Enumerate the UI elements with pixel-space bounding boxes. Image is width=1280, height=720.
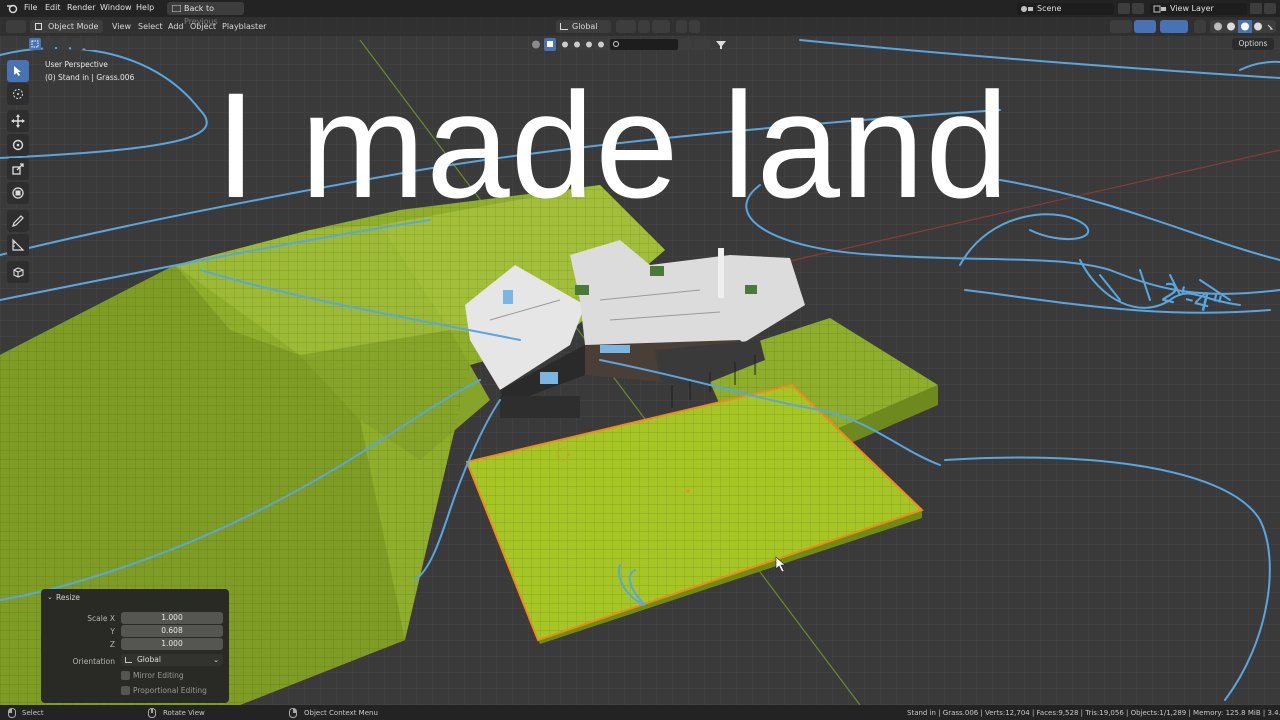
selection-mode-buttons[interactable] [29,38,95,50]
orientation-dropdown[interactable]: Global ⌄ [121,654,223,666]
menu-help[interactable]: Help [136,3,154,12]
falloff-icon[interactable] [689,20,700,33]
gizmo-toggle-icon[interactable] [1134,20,1156,33]
orientation-icon [560,23,568,30]
scale-x-field[interactable]: 1.000 [121,612,223,624]
solid-shading-icon [1227,22,1235,31]
transform-tool[interactable] [7,182,29,204]
dropdown-chevron-icon: ⌄ [213,656,219,664]
snap-toggle-icon[interactable] [638,20,650,33]
select-box-tool[interactable] [7,60,29,82]
pivot-point-icon[interactable] [616,20,636,33]
select-cursor-icon [14,66,21,76]
scene-name: Scene [1037,4,1062,13]
scene-icon [1021,6,1033,12]
visibility-icon[interactable] [1110,20,1132,33]
scale-tool[interactable] [7,158,29,180]
menu-select[interactable]: Select [138,22,163,31]
viewport-filter-bar[interactable] [530,38,740,51]
orientation-label: Orientation [72,657,115,666]
object-mode-label: Object Mode [48,22,99,31]
status-rotate-view: Rotate View [163,709,205,717]
mirror-editing-checkbox[interactable] [121,671,130,680]
top-menu-bar: File Edit Render Window Help Back to Pre… [0,0,1280,26]
annotate-tool[interactable] [7,210,29,232]
orientation-axis-icon [125,657,132,663]
mouse-right-icon [289,708,297,718]
xray-icon[interactable] [1194,20,1206,33]
rendered-shading-icon [1254,22,1262,31]
pencil-icon [12,215,24,227]
options-label: Options [1238,39,1268,48]
scale-z-label: Z [109,640,115,649]
move-tool[interactable] [7,110,29,132]
material-shading-icon [1241,22,1249,31]
orientation-value: Global [137,655,161,664]
proportional-editing-label: Proportional Editing [133,686,207,695]
scale-y-field[interactable]: 0.608 [121,625,223,637]
object-mode-icon [35,23,42,30]
menu-file[interactable]: File [24,3,37,12]
scene-statistics: Stand in | Grass.006 | Verts:12,704 | Fa… [907,709,1280,717]
resize-operator-panel: ⌄ Resize Scale X 1.000 Y 0.608 Z 1.000 O… [41,589,229,703]
overlay-title: I made land [215,61,1010,229]
back-arrow-icon [172,5,181,12]
blender-logo-icon[interactable] [6,3,18,14]
add-cube-tool[interactable] [7,261,29,283]
mouse-left-icon [8,708,16,718]
wireframe-shading-icon [1214,22,1222,31]
measure-tool[interactable] [7,234,29,256]
status-bar: Select Rotate View Object Context Menu S… [0,705,1280,720]
options-dropdown[interactable]: Options [1232,38,1274,50]
menu-render[interactable]: Render [67,3,95,12]
shading-mode-buttons[interactable] [1210,20,1276,33]
menu-playblaster[interactable]: Playblaster [222,22,266,31]
status-context-menu: Object Context Menu [304,709,378,717]
status-select: Select [22,709,44,717]
scene-selector[interactable]: Scene [1017,3,1114,15]
editor-type-icon[interactable] [6,20,26,33]
overlays-toggle-icon[interactable] [1160,20,1188,33]
3d-cursor-icon [13,89,23,99]
view-perspective-label: User Perspective [45,60,108,69]
menu-object[interactable]: Object [190,22,216,31]
cursor-tool[interactable] [7,83,29,105]
scale-z-field[interactable]: 1.000 [121,638,223,650]
scale-y-label: Y [110,627,115,636]
viewport-header: Object Mode View Select Add Object Playb… [0,17,1280,51]
scale-x-label: Scale X [87,614,115,623]
scale-icon [12,163,24,175]
snap-target-icon[interactable] [652,20,670,33]
move-arrows-icon [11,114,25,128]
back-to-previous-button[interactable]: Back to Previous [167,2,244,26]
mirror-editing-label: Mirror Editing [133,671,184,680]
delete-scene-icon[interactable] [1132,3,1144,14]
cube-icon [13,267,24,278]
new-view-layer-icon[interactable] [1250,3,1262,14]
object-mode-dropdown[interactable]: Object Mode [30,20,103,33]
delete-view-layer-icon[interactable] [1264,3,1276,14]
resize-panel-title: Resize [56,593,81,602]
active-object-label: (0) Stand in | Grass.006 [45,73,135,82]
rotate-icon [12,139,24,151]
menu-window[interactable]: Window [100,3,132,12]
transform-icon [12,187,24,199]
view-layer-name: View Layer [1170,4,1214,13]
view-layer-icon [1153,5,1166,13]
menu-add[interactable]: Add [168,22,184,31]
proportional-editing-checkbox[interactable] [121,686,130,695]
new-scene-icon[interactable] [1118,3,1130,14]
view-layer-selector[interactable]: View Layer [1150,3,1247,15]
ruler-icon [12,238,25,251]
proportional-edit-icon[interactable] [676,20,687,33]
menu-view[interactable]: View [112,22,131,31]
orientation-label: Global [572,22,598,31]
object-origin [686,489,690,493]
menu-edit[interactable]: Edit [45,3,61,12]
transform-orientation-dropdown[interactable]: Global [556,20,611,33]
rotate-tool[interactable] [7,134,29,156]
mouse-middle-icon [148,708,156,718]
collapse-chevron-icon[interactable]: ⌄ [47,593,53,601]
